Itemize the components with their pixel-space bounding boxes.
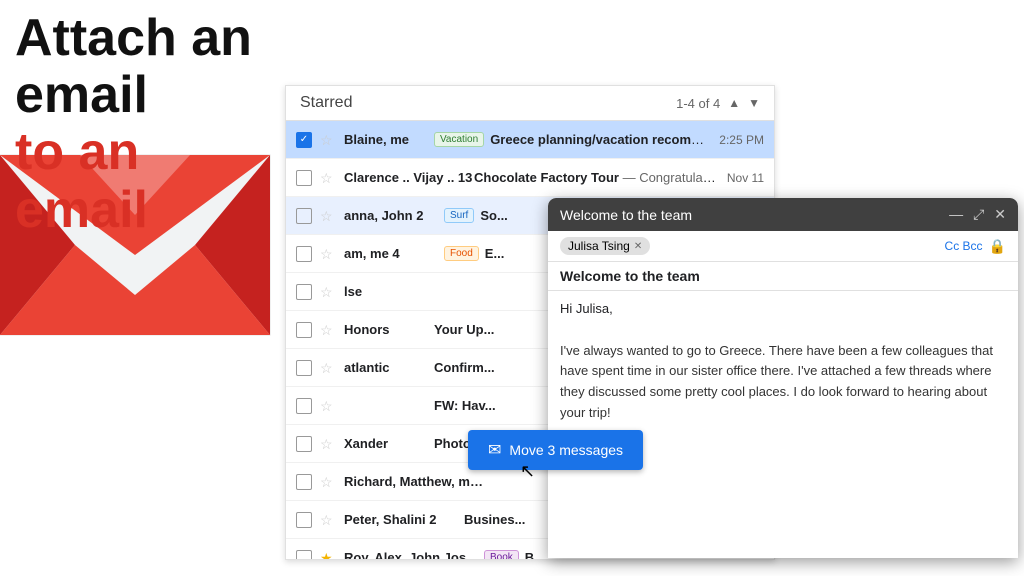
mouse-cursor (520, 460, 535, 483)
to-chip-remove[interactable]: ✕ (634, 241, 642, 252)
sender-11: Roy, Alex, John Jose 5 (344, 550, 484, 560)
tag-0: Vacation (434, 132, 484, 147)
hero-text-block: Attach an email to an email (0, 0, 290, 249)
star-2[interactable]: ☆ (320, 208, 336, 224)
sender-8: Xander (344, 436, 434, 451)
to-chip-name: Julisa Tsing (568, 239, 630, 253)
chevron-down-icon[interactable]: ▼ (748, 96, 760, 110)
minimize-icon[interactable]: — (949, 206, 963, 223)
checkbox-10[interactable] (296, 512, 312, 528)
checkbox-0[interactable] (296, 132, 312, 148)
tag-2: Surf (444, 208, 474, 223)
compose-subject: Welcome to the team (548, 262, 1018, 291)
compose-window: Welcome to the team — ⤢ ✕ Julisa Tsing ✕… (548, 198, 1018, 558)
checkbox-11[interactable] (296, 550, 312, 561)
star-4[interactable]: ☆ (320, 284, 336, 300)
sender-5: Honors (344, 322, 434, 337)
body-greeting: Hi Julisa, (560, 299, 1006, 320)
tag-11: Book (484, 550, 519, 560)
subject-1: Chocolate Factory Tour — Congratulations… (474, 170, 719, 185)
chevron-up-icon[interactable]: ▲ (728, 96, 740, 110)
cc-bcc-link[interactable]: Cc Bcc (945, 239, 983, 253)
star-9[interactable]: ☆ (320, 474, 336, 490)
lock-icon: 🔒 (989, 238, 1006, 255)
checkbox-1[interactable] (296, 170, 312, 186)
email-row-0[interactable]: ☆ Blaine, me Vacation Greece planning/va… (286, 121, 774, 159)
star-7[interactable]: ☆ (320, 398, 336, 414)
to-chip: Julisa Tsing ✕ (560, 237, 650, 255)
move-btn-label: Move 3 messages (509, 442, 623, 458)
checkbox-7[interactable] (296, 398, 312, 414)
move-messages-button[interactable]: ✉ Move 3 messages (468, 430, 643, 470)
time-0: 2:25 PM (719, 133, 764, 147)
hero-title-line1: Attach an email (15, 10, 275, 124)
checkbox-4[interactable] (296, 284, 312, 300)
checkbox-2[interactable] (296, 208, 312, 224)
close-icon[interactable]: ✕ (994, 206, 1006, 223)
checkbox-8[interactable] (296, 436, 312, 452)
checkbox-6[interactable] (296, 360, 312, 376)
panel-count: 1-4 of 4 (676, 96, 720, 111)
panel-header: Starred 1-4 of 4 ▲ ▼ (286, 86, 774, 121)
checkbox-5[interactable] (296, 322, 312, 338)
star-11[interactable]: ★ (320, 550, 336, 561)
compose-body[interactable]: Hi Julisa, I've always wanted to go to G… (548, 291, 1018, 558)
star-1[interactable]: ☆ (320, 170, 336, 186)
checkbox-3[interactable] (296, 246, 312, 262)
sender-6: atlantic (344, 360, 434, 375)
star-5[interactable]: ☆ (320, 322, 336, 338)
sender-1: Clarence .. Vijay .. 13 (344, 170, 474, 185)
checkbox-9[interactable] (296, 474, 312, 490)
sender-4: lse (344, 284, 459, 299)
sender-10: Peter, Shalini 2 (344, 512, 464, 527)
hero-title-line2: to an email (15, 124, 275, 238)
body-content: I've always wanted to go to Greece. Ther… (560, 341, 1006, 424)
compose-to-row: Julisa Tsing ✕ Cc Bcc 🔒 (548, 231, 1018, 262)
email-row-1[interactable]: ☆ Clarence .. Vijay .. 13 Chocolate Fact… (286, 159, 774, 197)
panel-header-right: 1-4 of 4 ▲ ▼ (676, 96, 760, 111)
compose-header: Welcome to the team — ⤢ ✕ (548, 198, 1018, 231)
compose-header-icons: — ⤢ ✕ (949, 206, 1006, 223)
star-10[interactable]: ☆ (320, 512, 336, 528)
time-1: Nov 11 (727, 171, 764, 185)
star-3[interactable]: ☆ (320, 246, 336, 262)
sender-3: am, me 4 (344, 246, 444, 261)
subject-0: Greece planning/vacation recommendations… (490, 132, 711, 147)
star-6[interactable]: ☆ (320, 360, 336, 376)
star-0[interactable]: ☆ (320, 132, 336, 148)
expand-icon[interactable]: ⤢ (973, 206, 984, 223)
move-icon: ✉ (488, 440, 501, 460)
sender-9: Richard, Matthew, me 3 (344, 474, 484, 489)
star-8[interactable]: ☆ (320, 436, 336, 452)
tag-3: Food (444, 246, 479, 261)
sender-0: Blaine, me (344, 132, 434, 147)
panel-title: Starred (300, 94, 352, 112)
sender-2: anna, John 2 (344, 208, 444, 223)
compose-title: Welcome to the team (560, 207, 692, 223)
